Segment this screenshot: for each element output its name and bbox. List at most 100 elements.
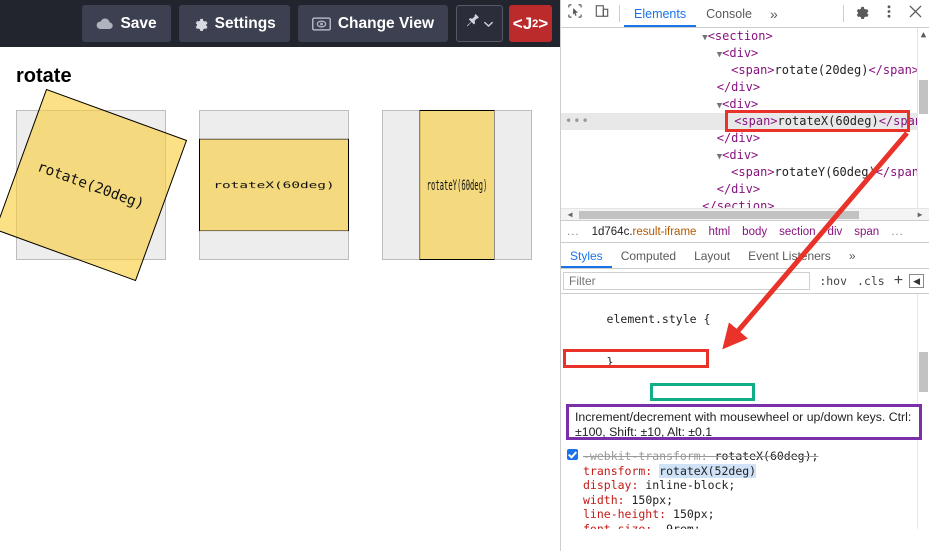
declaration-value[interactable]: .9rem; [659,522,701,530]
tab-layout[interactable]: Layout [685,243,739,268]
element-style-rule-close: } [565,341,929,385]
declaration-value[interactable]: 150px; [673,507,715,521]
declaration-checkbox[interactable] [567,449,578,460]
styles-filter-row: :hov .cls + ◀ [561,269,929,294]
css-declaration[interactable]: transform: rotateX(52deg) [565,463,929,479]
change-view-label: Change View [337,14,434,32]
demo-span-rotatex: rotateX(60deg) [199,138,349,232]
annotation-tooltip-text: Increment/decrement with mousewheel or u… [575,410,912,439]
css-declaration[interactable]: font-size: .9rem; [565,522,929,530]
tree-node[interactable]: ▼<div> [561,45,929,62]
gear-icon [854,4,869,24]
demo-section: rotate(20deg) rotateX(60deg) rotateY(60d… [0,88,544,282]
devtools-right-controls [839,0,929,27]
new-style-rule-button[interactable]: + [890,272,907,290]
tree-node-markup: <div> [722,148,759,162]
declaration-value[interactable]: 150px; [631,493,673,507]
declaration-property[interactable]: line-height: [583,507,673,521]
hov-button[interactable]: :hov [814,274,852,288]
tab-console[interactable]: Console [696,0,762,27]
breadcrumb-item-div[interactable]: div [822,226,849,238]
tree-node[interactable]: </div> [561,181,929,198]
declaration-property[interactable]: width: [583,493,631,507]
change-view-button[interactable]: Change View [297,5,448,42]
settings-button[interactable]: Settings [178,5,290,42]
save-button[interactable]: Save [82,5,171,42]
jsfiddle-logo[interactable]: <J 2 > [509,5,552,42]
devtools-settings-button[interactable] [848,0,875,27]
close-icon [909,4,922,23]
settings-label: Settings [214,14,276,32]
more-tabs-icon[interactable]: » [762,0,786,27]
declaration-property[interactable]: -webkit-transform: [583,449,715,463]
declaration-property[interactable]: transform: [583,464,659,478]
breadcrumb-item-span[interactable]: span [848,226,885,238]
scroll-right-icon[interactable]: ▶ [913,209,927,220]
toggle-sidebar-button[interactable]: ◀ [909,274,924,288]
breadcrumb-item-iframe[interactable]: 1d764c.result-iframe [586,226,703,238]
more-sidebar-tabs-icon[interactable]: » [840,243,865,268]
tree-node-markup: <span>rotateY(60deg)</span> [731,165,927,179]
tab-styles[interactable]: Styles [561,243,612,268]
styles-scroll-thumb[interactable] [919,352,928,392]
tab-event-listeners[interactable]: Event Listeners [739,243,840,268]
filter-input[interactable] [563,272,811,290]
elements-tree[interactable]: ▼<section> ▼<div> <span>rotate(20deg)</s… [561,28,929,220]
scroll-left-icon[interactable]: ◀ [563,209,577,220]
devtools-menu-button[interactable] [875,0,902,27]
breadcrumb-item-section[interactable]: section [773,226,821,238]
hscroll-thumb[interactable] [579,211,859,219]
tree-node[interactable]: <span>rotateY(60deg)</span> [561,164,929,181]
devtools-close-button[interactable] [902,0,929,27]
css-declaration[interactable]: -webkit-transform: rotateX(60deg); [565,449,929,464]
save-label: Save [120,14,157,32]
tree-node[interactable]: </div> [561,130,929,147]
annotation-tooltip: Increment/decrement with mousewheel or u… [566,404,922,440]
scroll-up-icon[interactable]: ▲ [919,30,928,40]
tab-computed[interactable]: Computed [612,243,685,268]
kebab-menu-icon [887,4,891,24]
tree-node[interactable]: <span>rotate(20deg)</span> [561,62,929,79]
toolbar-divider [619,5,620,22]
inspect-element-button[interactable] [561,0,588,27]
cls-button[interactable]: .cls [852,274,890,288]
eye-in-frame-icon [311,16,331,31]
css-declaration[interactable]: width: 150px; [565,493,929,508]
page-title: rotate [16,65,72,87]
breadcrumb-leading-ellipsis[interactable]: ... [561,226,586,238]
declaration-value[interactable]: inline-block; [645,478,735,492]
tree-node[interactable]: ••• <span>rotateX(60deg)</span> [561,113,929,130]
scroll-thumb[interactable] [919,80,928,114]
tree-node-markup: <div> [722,97,759,111]
breadcrumb-iframe-class: result-iframe [632,225,697,238]
breadcrumb-item-body[interactable]: body [736,226,773,238]
tree-node[interactable]: </div> [561,79,929,96]
logo-text: <J [512,13,533,33]
element-style-selector[interactable]: element.style { [607,312,711,326]
declaration-value[interactable]: rotateX(60deg); [715,449,819,463]
declaration-list: -webkit-transform: rotateX(60deg); transf… [565,449,929,529]
declaration-value[interactable]: rotateX(52deg) [659,463,757,478]
tab-elements[interactable]: Elements [624,0,696,27]
tree-node[interactable]: ▼<div> [561,96,929,113]
tree-node-markup: <div> [722,46,759,60]
css-declaration[interactable]: line-height: 150px; [565,507,929,522]
elements-tree-horizontal-scrollbar[interactable]: ◀ ▶ [561,208,929,220]
declaration-property[interactable]: font-size: [583,522,659,530]
tree-node[interactable]: ▼<div> [561,147,929,164]
declaration-property[interactable]: display: [583,478,645,492]
breadcrumb: ... 1d764c.result-iframe html body secti… [561,220,929,243]
device-toolbar-button[interactable] [588,0,615,27]
tree-node[interactable]: ▼<section> [561,28,929,45]
css-declaration[interactable]: display: inline-block; [565,478,929,493]
breadcrumb-item-html[interactable]: html [702,226,736,238]
devtools-panel: Elements Console » ▼<section> ▼<div> <sp… [560,0,929,551]
breadcrumb-trailing-ellipsis[interactable]: ... [885,226,910,238]
elements-tree-vertical-scrollbar[interactable]: ▲ ▼ [917,28,929,220]
demo-span-rotate: rotate(20deg) [0,88,188,282]
pin-dropdown-button[interactable] [456,5,503,42]
